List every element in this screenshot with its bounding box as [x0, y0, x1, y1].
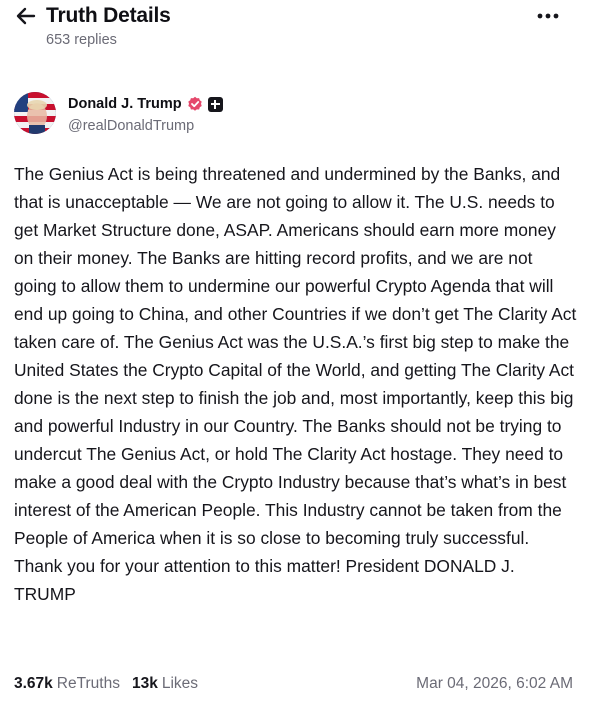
page-header: Truth Details 653 replies [0, 0, 591, 58]
retruths-count: 3.67k [14, 675, 53, 692]
back-button[interactable] [12, 4, 40, 28]
retruths-stat[interactable]: 3.67k ReTruths [14, 673, 120, 695]
retruths-label: ReTruths [56, 675, 120, 692]
more-horizontal-icon [537, 13, 559, 19]
more-options-button[interactable] [534, 6, 562, 26]
author-name-text: Donald J. Trump [68, 96, 182, 112]
verified-badge-icon [187, 96, 202, 111]
post-timestamp[interactable]: Mar 04, 2026, 6:02 AM [416, 673, 573, 695]
plus-badge-icon [207, 96, 223, 112]
likes-count: 13k [131, 675, 158, 692]
arrow-left-icon [16, 7, 36, 25]
reply-count: 653 replies [46, 32, 117, 48]
avatar[interactable] [14, 92, 56, 134]
page-title: Truth Details [46, 4, 171, 27]
author-handle[interactable]: @realDonaldTrump [68, 117, 194, 135]
author-name[interactable]: Donald J. Trump [68, 95, 223, 113]
post-text: The Genius Act is being threatened and u… [14, 164, 577, 604]
likes-label: Likes [161, 675, 199, 692]
post-stats: 3.67k ReTruths 13k Likes [14, 673, 210, 695]
avatar-image [14, 92, 56, 134]
likes-stat[interactable]: 13k Likes [132, 673, 198, 695]
